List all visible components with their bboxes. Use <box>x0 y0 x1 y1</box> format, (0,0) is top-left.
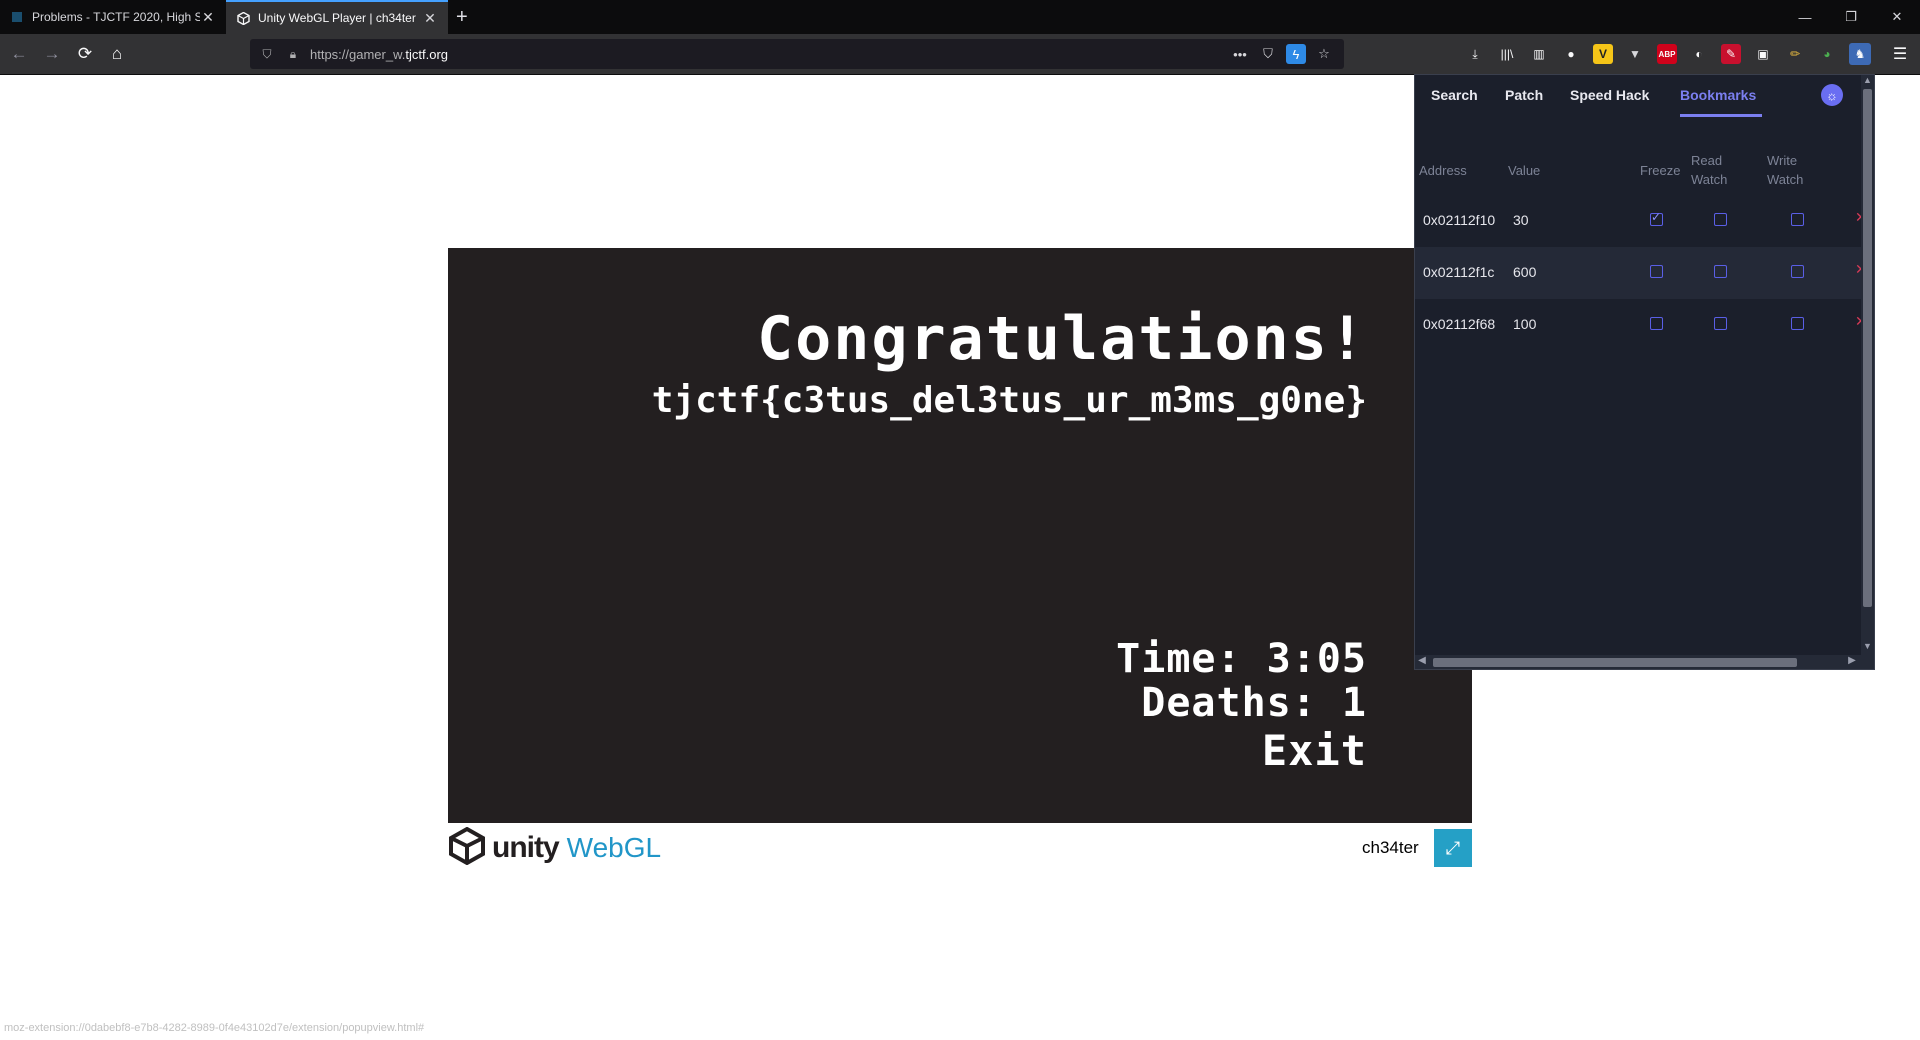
tab-bar: Problems - TJCTF 2020, High Sc ✕ Unity W… <box>0 0 1920 34</box>
popup-tabs: Search Patch Speed Hack Bookmarks ☼ <box>1415 75 1874 117</box>
adblock-icon[interactable]: ABP <box>1657 44 1677 64</box>
cheat-extension-popup: Search Patch Speed Hack Bookmarks ☼ Addr… <box>1414 74 1875 670</box>
scroll-right-icon[interactable]: ▶ <box>1845 655 1859 666</box>
tab-speed-hack[interactable]: Speed Hack <box>1570 87 1649 103</box>
column-freeze: Freeze <box>1640 163 1681 178</box>
vertical-scrollbar[interactable]: ▲ ▼ <box>1861 75 1874 655</box>
close-window-button[interactable]: ✕ <box>1874 0 1920 34</box>
pocket-icon[interactable]: ⛉ <box>1258 44 1278 64</box>
close-tab-icon[interactable]: ✕ <box>422 10 438 27</box>
time-label: Time: 3:05 <box>1116 636 1367 682</box>
extension-glasses-icon[interactable]: ▣ <box>1753 44 1773 64</box>
navigation-bar: ← → ⟳ ⌂ ⛉ 🔒︎ https://gamer_w.tjctf.org •… <box>0 34 1920 75</box>
lightning-extension-icon[interactable]: ϟ <box>1286 44 1306 64</box>
tab-unity-player[interactable]: Unity WebGL Player | ch34ter ✕ <box>226 0 448 34</box>
bookmark-row: 0x02112f68 100 ✕ <box>1415 299 1867 351</box>
logo-unity-text: unity <box>492 831 560 864</box>
url-bar[interactable]: ⛉ 🔒︎ https://gamer_w.tjctf.org ••• ⛉ ϟ ☆ <box>250 39 1344 69</box>
read-watch-checkbox[interactable] <box>1714 317 1727 330</box>
freeze-checkbox[interactable] <box>1650 317 1663 330</box>
unity-webgl-logo: unity WebGL <box>448 826 662 870</box>
column-write-watch: Write Watch <box>1767 153 1804 187</box>
back-button[interactable]: ← <box>7 42 31 66</box>
extension-pencil-icon[interactable]: ✏ <box>1785 44 1805 64</box>
scroll-thumb[interactable] <box>1433 658 1797 667</box>
scroll-thumb[interactable] <box>1863 89 1872 607</box>
column-value: Value <box>1508 163 1541 178</box>
bookmark-row: 0x02112f1c 600 ✕ <box>1415 247 1867 299</box>
extension-v-icon[interactable]: V <box>1593 44 1613 64</box>
page-actions-icon[interactable]: ••• <box>1230 44 1250 64</box>
freeze-checkbox[interactable] <box>1650 210 1663 226</box>
new-tab-button[interactable]: + <box>456 6 468 29</box>
exit-button[interactable]: Exit <box>1262 726 1367 775</box>
logo-webgl-text: WebGL <box>566 832 662 863</box>
game-title: ch34ter <box>1362 838 1419 857</box>
write-watch-checkbox[interactable] <box>1791 213 1804 226</box>
fullscreen-button[interactable]: ⤢ <box>1434 829 1472 867</box>
close-tab-icon[interactable]: ✕ <box>200 9 216 26</box>
home-icon[interactable]: ⌂ <box>105 42 129 66</box>
bookmark-row: 0x02112f10 30 ✕ <box>1415 195 1867 247</box>
status-bar-url: moz-extension://0dabebf8-e7b8-4282-8989-… <box>4 1022 425 1034</box>
address-cell: 0x02112f68 <box>1423 316 1496 332</box>
extension-green-icon[interactable]: ◕ <box>1817 44 1837 64</box>
value-cell[interactable]: 100 <box>1513 316 1536 332</box>
tab-problems[interactable]: Problems - TJCTF 2020, High Sc ✕ <box>0 0 226 34</box>
url-text[interactable]: https://gamer_w.tjctf.org <box>310 47 448 62</box>
favicon-icon <box>10 10 24 24</box>
vue-devtools-icon[interactable]: ▼ <box>1625 44 1645 64</box>
write-watch-checkbox[interactable] <box>1791 265 1804 278</box>
deaths-label: Deaths: 1 <box>1141 680 1367 726</box>
sidebar-icon[interactable]: ▥ <box>1529 44 1549 64</box>
tab-search[interactable]: Search <box>1431 87 1478 103</box>
address-cell: 0x02112f1c <box>1423 264 1495 280</box>
congratulations-heading: Congratulations! <box>757 304 1367 374</box>
address-cell: 0x02112f10 <box>1423 212 1496 228</box>
minimize-button[interactable]: — <box>1782 0 1828 34</box>
write-watch-checkbox[interactable] <box>1791 317 1804 330</box>
scroll-left-icon[interactable]: ◀ <box>1415 655 1429 666</box>
read-watch-checkbox[interactable] <box>1714 265 1727 278</box>
read-watch-checkbox[interactable] <box>1714 213 1727 226</box>
tab-title: Problems - TJCTF 2020, High Sc <box>32 10 200 24</box>
horizontal-scrollbar[interactable]: ◀ ▶ <box>1415 655 1874 669</box>
unity-logo-icon <box>448 826 486 870</box>
lock-icon[interactable]: 🔒︎ <box>284 47 302 62</box>
library-icon[interactable]: |||\ <box>1497 44 1517 64</box>
cheat-extension-icon[interactable]: ♞ <box>1849 43 1871 65</box>
menu-icon[interactable]: ☰ <box>1890 44 1910 64</box>
theme-toggle-icon[interactable]: ☼ <box>1821 84 1843 106</box>
column-address: Address <box>1419 163 1467 178</box>
unity-game-canvas[interactable]: Congratulations! tjctf{c3tus_del3tus_ur_… <box>448 248 1472 823</box>
tab-patch[interactable]: Patch <box>1505 87 1543 103</box>
extension-red-icon[interactable]: ✎ <box>1721 44 1741 64</box>
scroll-up-icon[interactable]: ▲ <box>1861 75 1874 85</box>
value-cell[interactable]: 30 <box>1513 212 1529 228</box>
bookmark-star-icon[interactable]: ☆ <box>1314 44 1334 64</box>
unity-favicon-icon <box>236 11 250 25</box>
extension-icon[interactable]: ◐ <box>1689 44 1709 64</box>
forward-button[interactable]: → <box>40 42 64 66</box>
column-read-watch: Read Watch <box>1691 153 1728 187</box>
active-tab-indicator <box>1680 114 1762 117</box>
flag-text: tjctf{c3tus_del3tus_ur_m3ms_g0ne} <box>651 380 1367 421</box>
tab-bookmarks[interactable]: Bookmarks <box>1680 87 1756 103</box>
freeze-checkbox[interactable] <box>1650 265 1663 278</box>
account-icon[interactable]: ● <box>1561 44 1581 64</box>
shield-icon[interactable]: ⛉ <box>258 47 276 62</box>
expand-icon: ⤢ <box>1445 837 1461 858</box>
reload-button[interactable]: ⟳ <box>73 42 97 66</box>
tab-title: Unity WebGL Player | ch34ter <box>258 11 416 25</box>
restore-button[interactable]: ❐ <box>1828 0 1874 34</box>
download-icon[interactable]: ⤓ <box>1465 44 1485 64</box>
scroll-down-icon[interactable]: ▼ <box>1861 641 1874 651</box>
value-cell[interactable]: 600 <box>1513 264 1536 280</box>
